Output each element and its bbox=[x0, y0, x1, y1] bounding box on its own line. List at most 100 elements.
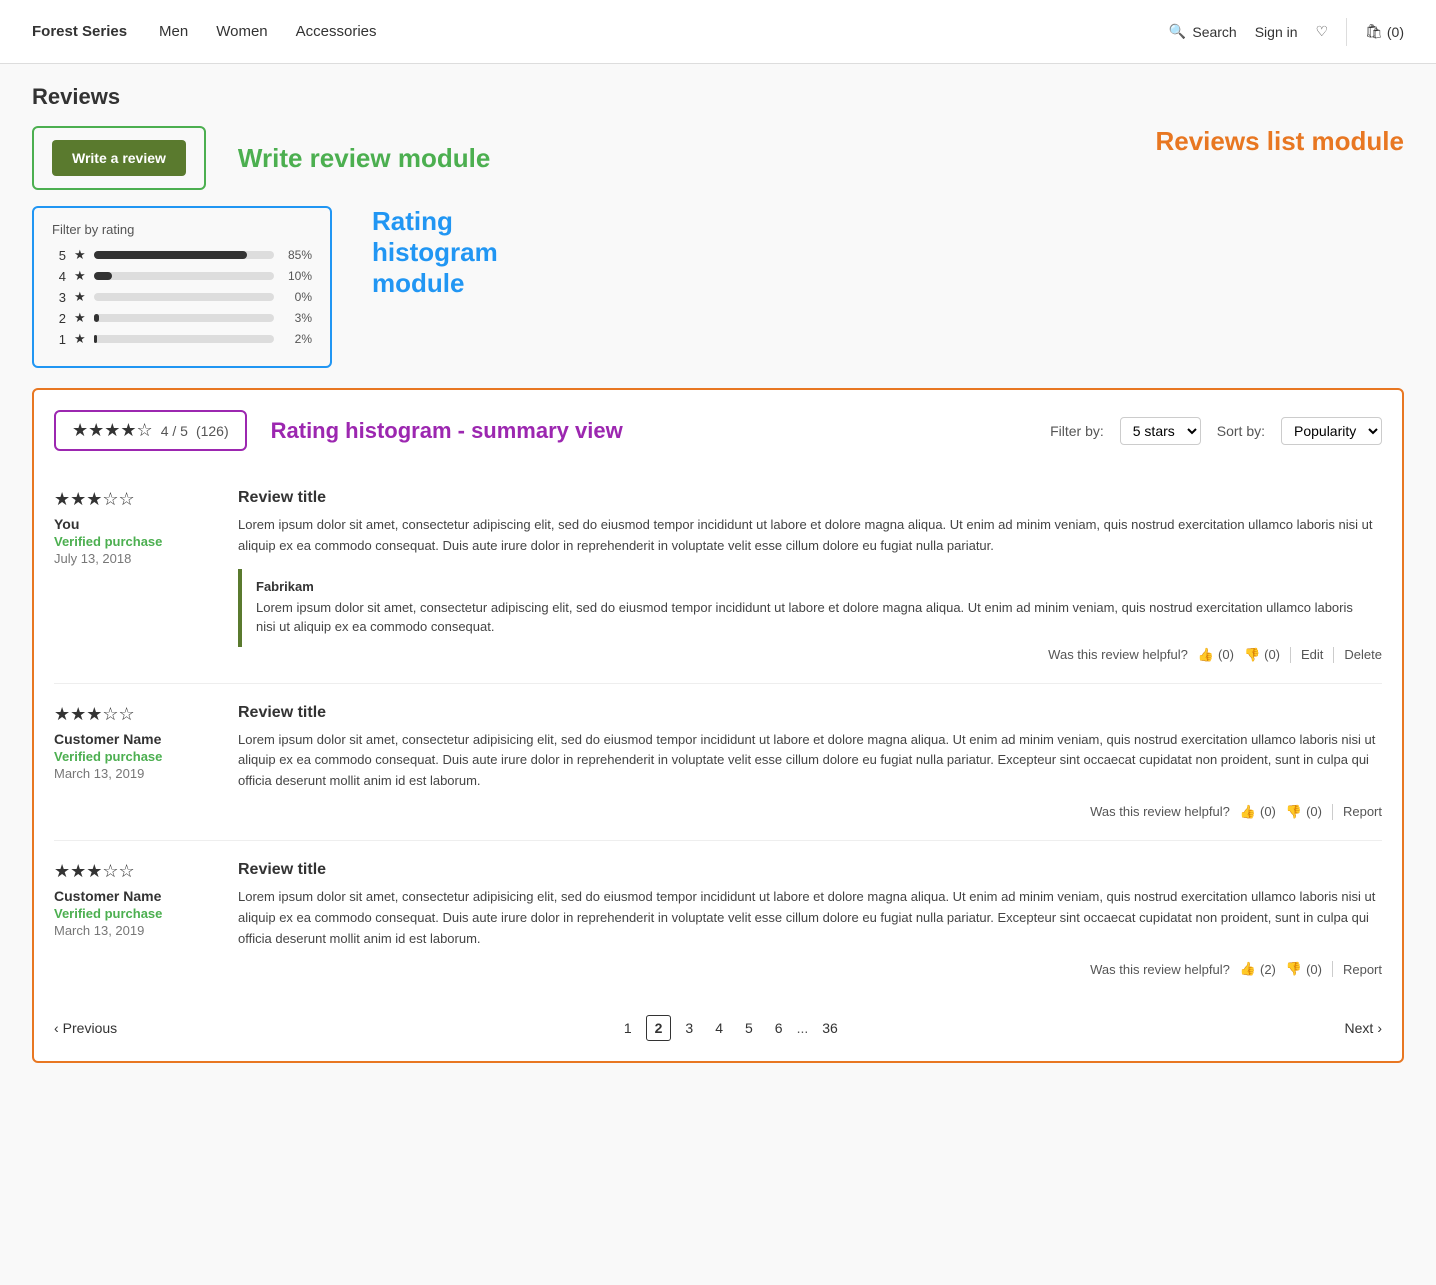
histogram-rows: 5 ★ 85% 4 ★ 10% 3 ★ 0% 2 ★ 3% 1 ★ 2% bbox=[52, 247, 312, 347]
nav-men[interactable]: Men bbox=[159, 23, 188, 40]
thumbs-up-icon: 👍 bbox=[1198, 647, 1214, 663]
histogram-pct: 2% bbox=[282, 332, 312, 346]
page-number-2[interactable]: 2 bbox=[646, 1015, 672, 1041]
next-label: Next bbox=[1345, 1020, 1374, 1036]
thumbs-down-button[interactable]: 👎 (0) bbox=[1244, 647, 1280, 663]
write-review-button[interactable]: Write a review bbox=[52, 140, 186, 176]
write-review-area: Write a review Write review module bbox=[32, 126, 498, 190]
next-button[interactable]: Next › bbox=[1345, 1020, 1382, 1036]
review-content: Review title Lorem ipsum dolor sit amet,… bbox=[238, 704, 1382, 820]
star-label: 4 bbox=[52, 269, 66, 284]
summary-stars: ★★★★☆ bbox=[72, 420, 153, 441]
right-col: Reviews list module bbox=[498, 126, 1404, 165]
review-body: Lorem ipsum dolor sit amet, consectetur … bbox=[238, 730, 1382, 792]
filter-sort: Filter by: 5 stars 4 stars 3 stars All S… bbox=[1050, 417, 1382, 445]
histogram-module-label: Rating histogram module bbox=[372, 206, 498, 299]
review-body: Lorem ipsum dolor sit amet, consectetur … bbox=[238, 887, 1382, 949]
histogram-row: 2 ★ 3% bbox=[52, 310, 312, 326]
action-report-button[interactable]: Report bbox=[1343, 962, 1382, 977]
brand-name: Forest Series bbox=[32, 23, 127, 40]
summary-score: 4 / 5 bbox=[161, 423, 188, 439]
helpful-label: Was this review helpful? bbox=[1090, 962, 1230, 977]
nav-links: Men Women Accessories bbox=[159, 23, 376, 40]
thumbs-up-icon: 👍 bbox=[1240, 804, 1256, 820]
review-title: Review title bbox=[238, 704, 1382, 722]
cart-button[interactable]: 🛍 (0) bbox=[1365, 23, 1404, 40]
star-icon: ★ bbox=[74, 331, 86, 347]
histogram-bar-bg bbox=[94, 293, 274, 301]
helpful-row: Was this review helpful? 👍 (2) 👎 (0) Rep… bbox=[238, 961, 1382, 977]
helpful-divider bbox=[1332, 961, 1333, 977]
reviewer-name: Customer Name bbox=[54, 731, 214, 747]
action-edit-button[interactable]: Edit bbox=[1301, 647, 1323, 662]
review-meta: ★★★☆☆ Customer Name Verified purchase Ma… bbox=[54, 861, 214, 977]
summary-left: ★★★★☆ 4 / 5 (126) bbox=[54, 410, 247, 451]
cart-icon: 🛍 bbox=[1365, 23, 1383, 40]
navbar: Forest Series Men Women Accessories 🔍 Se… bbox=[0, 0, 1436, 64]
review-title: Review title bbox=[238, 489, 1382, 507]
helpful-divider bbox=[1290, 647, 1291, 663]
reviews-list-box: ★★★★☆ 4 / 5 (126) Rating histogram - sum… bbox=[32, 388, 1404, 1063]
chevron-right-icon: › bbox=[1377, 1020, 1382, 1036]
summary-label: Rating histogram - summary view bbox=[271, 418, 623, 444]
histogram-pct: 0% bbox=[282, 290, 312, 304]
summary-count: (126) bbox=[196, 423, 229, 439]
page-numbers: 123456...36 bbox=[616, 1015, 846, 1041]
page-number-36[interactable]: 36 bbox=[814, 1016, 846, 1040]
thumbs-down-button[interactable]: 👎 (0) bbox=[1286, 961, 1322, 977]
verified-badge: Verified purchase bbox=[54, 534, 214, 549]
top-area: Write a review Write review module Filte… bbox=[32, 126, 1404, 388]
page-number-4[interactable]: 4 bbox=[707, 1016, 731, 1040]
reviews-list-module-label: Reviews list module bbox=[498, 126, 1404, 157]
histogram-box: Filter by rating 5 ★ 85% 4 ★ 10% 3 ★ 0% … bbox=[32, 206, 332, 368]
thumbs-up-icon: 👍 bbox=[1240, 961, 1256, 977]
thumbs-down-count: (0) bbox=[1264, 647, 1280, 662]
page-number-3[interactable]: 3 bbox=[677, 1016, 701, 1040]
histogram-row: 5 ★ 85% bbox=[52, 247, 312, 263]
review-date: July 13, 2018 bbox=[54, 551, 214, 566]
page-title: Reviews bbox=[32, 84, 1404, 110]
brand-name: Fabrikam bbox=[256, 579, 1368, 594]
review-layout: ★★★☆☆ Customer Name Verified purchase Ma… bbox=[54, 704, 1382, 820]
histogram-bar-fill bbox=[94, 335, 98, 343]
thumbs-up-button[interactable]: 👍 (0) bbox=[1198, 647, 1234, 663]
histogram-pct: 85% bbox=[282, 248, 312, 262]
thumbs-up-button[interactable]: 👍 (0) bbox=[1240, 804, 1276, 820]
thumbs-up-count: (2) bbox=[1260, 962, 1276, 977]
review-date: March 13, 2019 bbox=[54, 766, 214, 781]
star-label: 3 bbox=[52, 290, 66, 305]
nav-accessories[interactable]: Accessories bbox=[296, 23, 377, 40]
write-review-module-label: Write review module bbox=[238, 143, 490, 174]
histogram-row: 4 ★ 10% bbox=[52, 268, 312, 284]
histogram-bar-fill bbox=[94, 251, 247, 259]
prev-button[interactable]: ‹ Previous bbox=[54, 1020, 117, 1036]
reviewer-name: Customer Name bbox=[54, 888, 214, 904]
review-body: Lorem ipsum dolor sit amet, consectetur … bbox=[238, 515, 1382, 557]
page-number-6[interactable]: 6 bbox=[767, 1016, 791, 1040]
histogram-bar-bg bbox=[94, 314, 274, 322]
nav-women[interactable]: Women bbox=[216, 23, 267, 40]
sort-select[interactable]: Popularity Newest Oldest bbox=[1281, 417, 1382, 445]
thumbs-up-button[interactable]: 👍 (2) bbox=[1240, 961, 1276, 977]
reviews-container: ★★★☆☆ You Verified purchase July 13, 201… bbox=[54, 469, 1382, 997]
page-number-1[interactable]: 1 bbox=[616, 1016, 640, 1040]
thumbs-down-button[interactable]: 👎 (0) bbox=[1286, 804, 1322, 820]
review-layout: ★★★☆☆ Customer Name Verified purchase Ma… bbox=[54, 861, 1382, 977]
page-number-5[interactable]: 5 bbox=[737, 1016, 761, 1040]
review-title: Review title bbox=[238, 861, 1382, 879]
star-label: 1 bbox=[52, 332, 66, 347]
review-item: ★★★☆☆ Customer Name Verified purchase Ma… bbox=[54, 841, 1382, 997]
search-label: Search bbox=[1192, 24, 1236, 40]
search-button[interactable]: 🔍 Search bbox=[1169, 23, 1237, 40]
action-delete-button[interactable]: Delete bbox=[1344, 647, 1382, 662]
thumbs-down-count: (0) bbox=[1306, 962, 1322, 977]
brand-reply: Fabrikam Lorem ipsum dolor sit amet, con… bbox=[238, 569, 1382, 647]
brand-reply-body: Lorem ipsum dolor sit amet, consectetur … bbox=[256, 598, 1368, 637]
filter-select[interactable]: 5 stars 4 stars 3 stars All bbox=[1120, 417, 1201, 445]
left-col: Write a review Write review module Filte… bbox=[32, 126, 498, 388]
review-stars: ★★★☆☆ bbox=[54, 704, 214, 725]
histogram-bar-fill bbox=[94, 272, 112, 280]
signin-button[interactable]: Sign in bbox=[1255, 24, 1298, 40]
cart-count: (0) bbox=[1387, 24, 1404, 40]
action-report-button[interactable]: Report bbox=[1343, 804, 1382, 819]
